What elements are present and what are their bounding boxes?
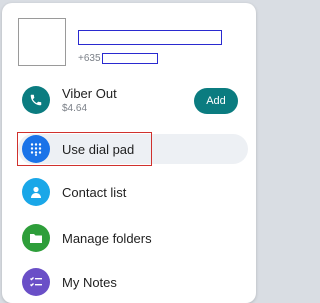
menu-item-dial-pad[interactable]: Use dial pad — [17, 132, 248, 166]
profile-name-redacted — [78, 30, 222, 45]
menu-item-my-notes[interactable]: My Notes — [22, 265, 244, 299]
phone-number-redacted — [101, 52, 158, 64]
menu-item-contact-list[interactable]: Contact list — [22, 175, 244, 209]
person-icon — [22, 178, 50, 206]
avatar[interactable] — [18, 18, 66, 66]
profile-phone: +635 — [78, 51, 158, 65]
menu-item-viber-out[interactable]: Viber Out $4.64 Add — [22, 83, 244, 117]
dialpad-icon — [22, 135, 50, 163]
menu-item-manage-folders[interactable]: Manage folders — [22, 221, 244, 255]
dial-pad-label: Use dial pad — [62, 141, 135, 157]
phone-prefix: +635 — [78, 52, 101, 64]
viber-out-balance: $4.64 — [62, 103, 88, 114]
viber-out-label: Viber Out — [62, 86, 117, 101]
folder-icon — [22, 224, 50, 252]
my-notes-label: My Notes — [62, 274, 117, 290]
phone-icon — [22, 86, 50, 114]
notes-icon — [22, 268, 50, 296]
add-credit-button[interactable]: Add — [194, 88, 238, 114]
manage-folders-label: Manage folders — [62, 230, 152, 246]
profile-menu-panel: +635 Viber Out $4.64 Add Use dial pad Co… — [2, 3, 256, 303]
profile-header: +635 — [18, 18, 246, 68]
contact-list-label: Contact list — [62, 184, 127, 200]
